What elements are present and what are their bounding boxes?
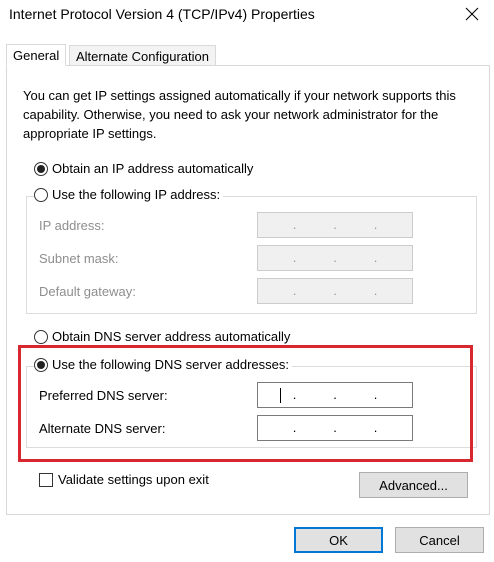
ip-octet-separator: . <box>373 283 378 298</box>
advanced-button[interactable]: Advanced... <box>359 472 468 498</box>
validate-checkbox[interactable] <box>39 472 53 487</box>
ip-address-label: IP address: <box>39 218 105 233</box>
window-title: Internet Protocol Version 4 (TCP/IPv4) P… <box>9 6 315 22</box>
close-button[interactable] <box>462 4 482 24</box>
ip-auto-option[interactable]: Obtain an IP address automatically <box>34 161 253 176</box>
ip-address-input: ... <box>257 212 413 238</box>
ip-auto-radio[interactable] <box>34 161 48 176</box>
ip-octet-separator: . <box>333 283 337 298</box>
subnet-mask-input: ... <box>257 245 413 271</box>
default-gateway-input: ... <box>257 278 413 304</box>
ip-octet-separator: . <box>292 283 297 298</box>
default-gateway-label: Default gateway: <box>39 284 136 299</box>
dns-auto-option[interactable]: Obtain DNS server address automatically <box>34 329 290 344</box>
ok-button[interactable]: OK <box>294 527 383 553</box>
tab-general[interactable]: General <box>6 44 67 66</box>
ip-auto-label: Obtain an IP address automatically <box>52 161 254 176</box>
dns-auto-radio[interactable] <box>34 329 48 344</box>
ip-octet-separator: . <box>333 250 337 265</box>
validate-label: Validate settings upon exit <box>58 472 209 487</box>
cancel-button[interactable]: Cancel <box>395 527 484 553</box>
ip-octet-separator: . <box>373 250 378 265</box>
ip-manual-label: Use the following IP address: <box>52 187 221 202</box>
ip-octet-separator: . <box>292 250 297 265</box>
ip-octet-separator: . <box>373 217 378 232</box>
description-text: You can get IP settings assigned automat… <box>23 88 456 141</box>
ip-octet-separator: . <box>292 217 297 232</box>
dns-auto-label: Obtain DNS server address automatically <box>52 329 291 344</box>
ip-octet-separator: . <box>333 217 337 232</box>
subnet-mask-label: Subnet mask: <box>39 251 119 266</box>
tab-alternate-configuration[interactable]: Alternate Configuration <box>69 45 216 66</box>
validate-option[interactable]: Validate settings upon exit <box>39 472 209 487</box>
close-icon <box>465 7 479 21</box>
ip-manual-option[interactable]: Use the following IP address: <box>34 187 224 202</box>
dns-highlight-box <box>18 345 473 462</box>
ip-manual-radio[interactable] <box>34 187 48 202</box>
